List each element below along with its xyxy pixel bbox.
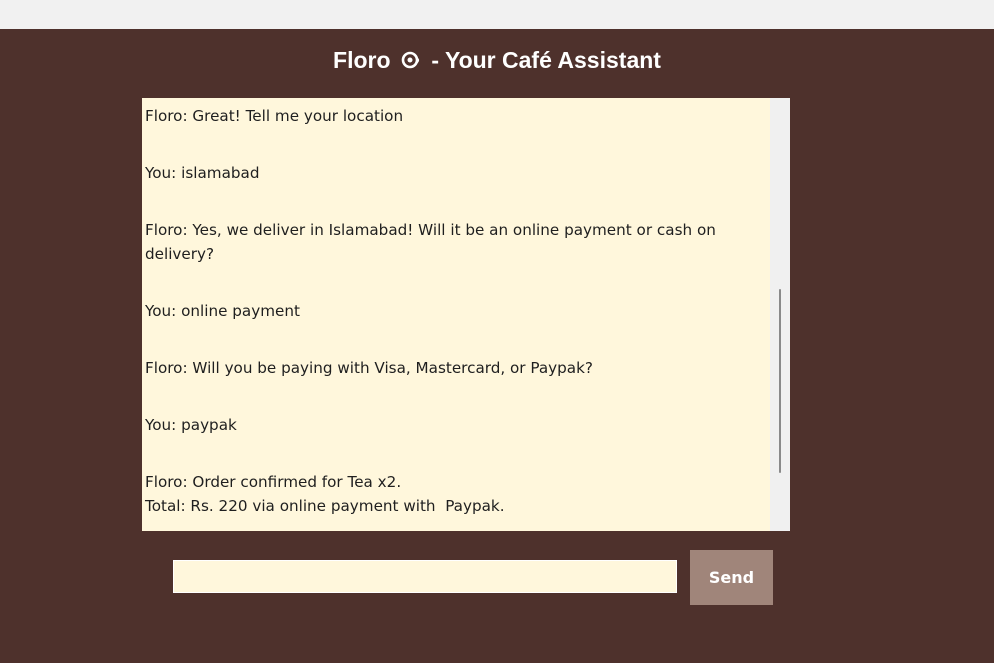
chat-message: Floro: Yes, we deliver in Islamabad! Wil…	[145, 221, 721, 263]
message-input[interactable]	[173, 560, 677, 593]
message-list: Floro: Great! Tell me your location You: …	[142, 98, 764, 531]
chat-message: You: online payment	[145, 302, 300, 320]
chat-message: Floro: Order confirmed for Tea x2. Total…	[145, 473, 505, 515]
page-title: Floro - Your Café Assistant	[0, 45, 994, 75]
coffee-cup-icon	[401, 47, 421, 69]
title-name: Floro	[333, 47, 391, 73]
input-row: Send	[0, 550, 994, 606]
title-subtitle: - Your Café Assistant	[431, 47, 661, 73]
chat-app: Floro - Your Café Assistant Floro: Great…	[0, 29, 994, 663]
chat-message: Floro: Will you be paying with Visa, Mas…	[145, 359, 593, 377]
chat-scrollbar[interactable]	[770, 98, 790, 531]
chat-log[interactable]: Floro: Great! Tell me your location You: …	[142, 98, 790, 531]
chat-message: You: islamabad	[145, 164, 260, 182]
send-button[interactable]: Send	[690, 550, 773, 605]
scrollbar-thumb[interactable]	[779, 289, 781, 473]
browser-top-strip	[0, 0, 994, 29]
chat-message: You: paypak	[145, 416, 237, 434]
chat-message: Floro: Great! Tell me your location	[145, 107, 404, 125]
